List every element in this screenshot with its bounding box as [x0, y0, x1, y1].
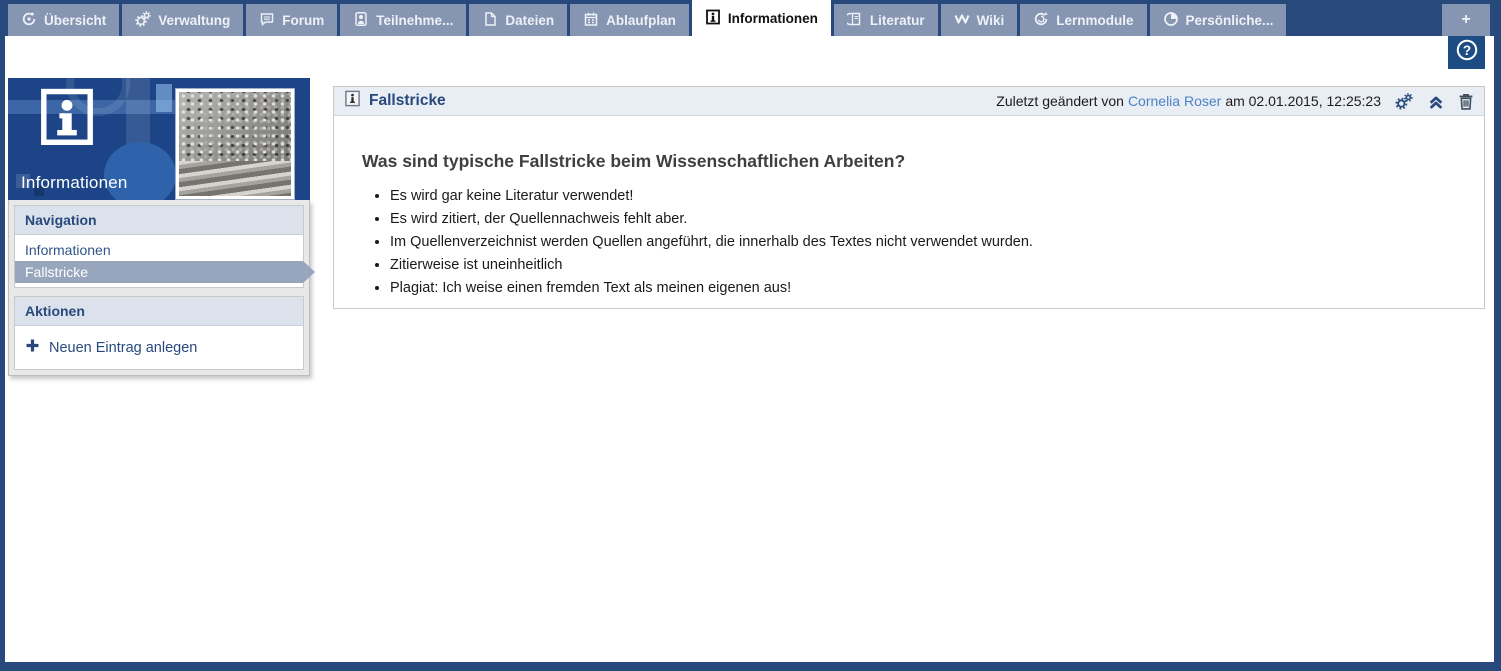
meta-suffix: am 02.01.2015, 12:25:23 — [1225, 93, 1381, 109]
collapse-icon[interactable] — [1427, 93, 1445, 110]
decor-bar — [156, 84, 172, 112]
tab-add[interactable]: + — [1442, 4, 1490, 36]
info-box-icon — [344, 90, 361, 112]
speech-bubble-icon — [259, 11, 275, 30]
content-title: Fallstricke — [369, 92, 446, 110]
tab-label: Verwaltung — [158, 13, 230, 28]
tab-informationen[interactable]: Informationen — [692, 0, 831, 36]
tab-persoenliche[interactable]: Persönliche... — [1150, 4, 1287, 36]
bullet-item: Im Quellenverzeichnist werden Quellen an… — [390, 231, 1454, 254]
aktionen-section: Aktionen Neuen Eintrag anlegen — [14, 296, 304, 370]
tab-teilnehmer[interactable]: Teilnehme... — [340, 4, 466, 36]
bullet-item: Es wird gar keine Literatur verwendet! — [390, 185, 1454, 208]
content-header-actions — [1395, 93, 1474, 110]
sidebar-body: Navigation Informationen Fallstricke Akt… — [8, 200, 310, 376]
aktionen-section-title: Aktionen — [15, 297, 303, 326]
tab-label: Teilnehme... — [376, 13, 453, 28]
frame-bottom — [0, 662, 1501, 671]
content-box: Fallstricke Zuletzt geändert von Corneli… — [333, 86, 1485, 309]
content-body: Was sind typische Fallstricke beim Wisse… — [334, 116, 1484, 308]
author-link[interactable]: Cornelia Roser — [1128, 93, 1221, 109]
frame-right — [1494, 0, 1501, 671]
bullet-item: Plagiat: Ich weise einen fremden Text al… — [390, 277, 1454, 300]
tab-label: Forum — [282, 13, 324, 28]
tab-literatur[interactable]: Literatur — [834, 4, 938, 36]
lecture-hall-photo — [175, 88, 295, 200]
navigation-section: Navigation Informationen Fallstricke — [14, 205, 304, 288]
tab-label: Persönliche... — [1186, 13, 1274, 28]
delete-icon[interactable] — [1458, 93, 1474, 110]
tab-dateien[interactable]: Dateien — [469, 4, 567, 36]
plus-tab-label: + — [1461, 11, 1470, 29]
bullet-item: Es wird zitiert, der Quellennachweis feh… — [390, 208, 1454, 231]
sidebar-item-informationen[interactable]: Informationen — [15, 239, 303, 261]
tab-label: Wiki — [977, 13, 1005, 28]
bullet-item: Zitierweise ist uneinheitlich — [390, 254, 1454, 277]
tab-label: Lernmodule — [1056, 13, 1133, 28]
sidebar-title: Informationen — [21, 173, 128, 193]
page: Übersicht Verwaltung Forum Teilnehme... … — [0, 0, 1501, 671]
info-box-icon — [705, 9, 721, 28]
article-heading: Was sind typische Fallstricke beim Wisse… — [362, 151, 1454, 172]
file-icon — [482, 11, 498, 30]
new-entry-label: Neuen Eintrag anlegen — [49, 340, 197, 356]
learning-icon — [1033, 11, 1049, 30]
frame-left — [0, 0, 5, 671]
participant-icon — [353, 11, 369, 30]
pie-icon — [1163, 11, 1179, 30]
new-entry-button[interactable]: Neuen Eintrag anlegen — [15, 330, 303, 365]
settings-icon[interactable] — [1395, 93, 1414, 110]
tab-verwaltung[interactable]: Verwaltung — [122, 4, 243, 36]
last-modified-meta: Zuletzt geändert von Cornelia Roser am 0… — [996, 93, 1381, 109]
tab-lernmodule[interactable]: Lernmodule — [1020, 4, 1146, 36]
tab-forum[interactable]: Forum — [246, 4, 337, 36]
tab-uebersicht[interactable]: Übersicht — [8, 4, 119, 36]
help-button[interactable]: ? — [1448, 36, 1485, 69]
sidebar-item-fallstricke[interactable]: Fallstricke — [15, 261, 303, 283]
history-icon — [21, 11, 37, 30]
plus-icon — [25, 338, 40, 357]
sidebar-header: Informationen — [8, 78, 310, 200]
info-box-icon — [38, 87, 96, 154]
tab-bar: Übersicht Verwaltung Forum Teilnehme... … — [0, 0, 1501, 36]
tab-ablaufplan[interactable]: Ablaufplan — [570, 4, 689, 36]
tab-label: Literatur — [870, 13, 925, 28]
book-icon — [847, 11, 863, 30]
wiki-icon — [954, 11, 970, 30]
tab-wiki[interactable]: Wiki — [941, 4, 1018, 36]
tab-label: Übersicht — [44, 13, 106, 28]
tab-label: Dateien — [505, 13, 554, 28]
bullet-list: Es wird gar keine Literatur verwendet! E… — [362, 185, 1454, 300]
gears-icon — [135, 11, 151, 30]
calendar-icon — [583, 11, 599, 30]
sidebar: Informationen Navigation Informationen F… — [8, 78, 310, 376]
help-icon: ? — [1455, 38, 1479, 67]
navigation-section-title: Navigation — [15, 206, 303, 235]
tab-label: Ablaufplan — [606, 13, 676, 28]
tab-label: Informationen — [728, 11, 818, 26]
meta-prefix: Zuletzt geändert von — [996, 93, 1124, 109]
content-header: Fallstricke Zuletzt geändert von Corneli… — [334, 87, 1484, 116]
svg-text:?: ? — [1462, 43, 1470, 58]
